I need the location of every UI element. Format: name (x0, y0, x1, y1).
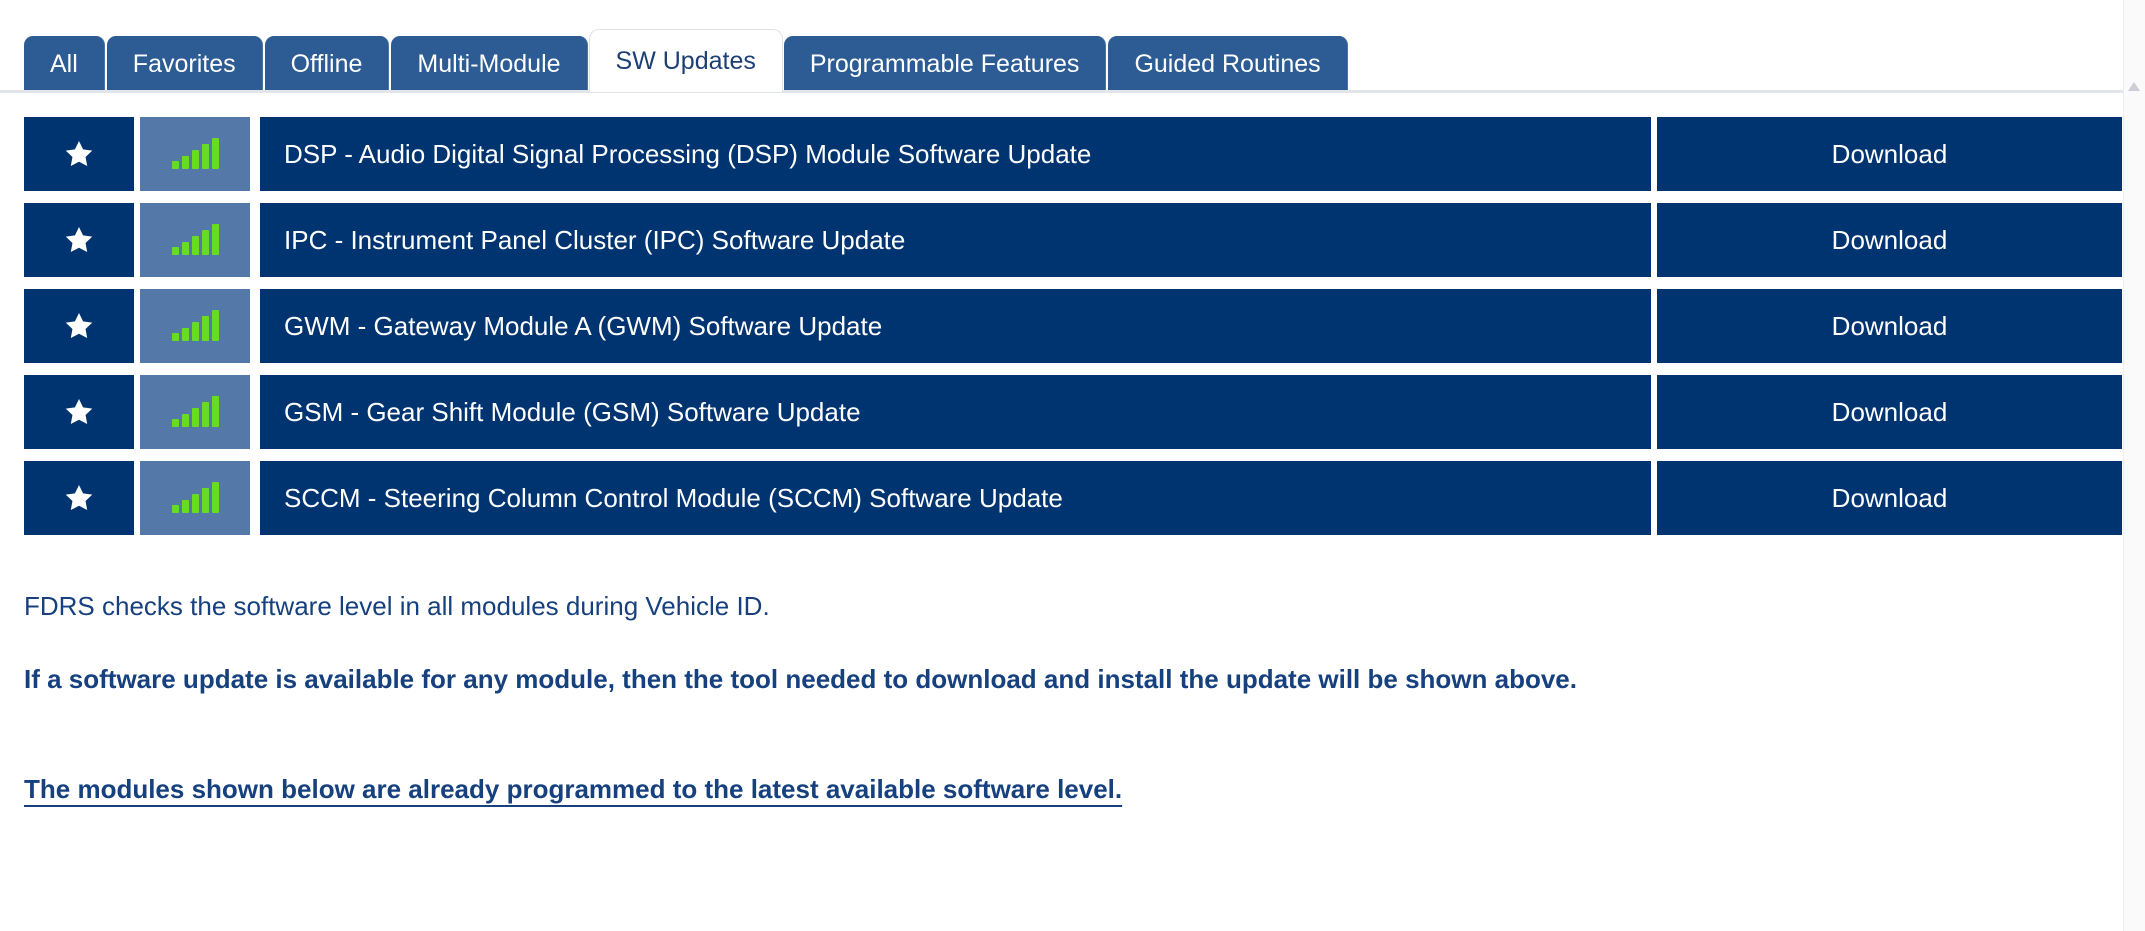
note-vehicle-id: FDRS checks the software level in all mo… (24, 592, 2074, 621)
favorite-button[interactable] (24, 289, 134, 363)
signal-bars-icon (172, 483, 219, 513)
tab-favorites[interactable]: Favorites (107, 36, 263, 92)
signal-bars-icon (172, 397, 219, 427)
tab-programmable-features[interactable]: Programmable Features (784, 36, 1107, 92)
star-icon (62, 224, 96, 257)
sw-updates-page: AllFavoritesOfflineMulti-ModuleSW Update… (0, 0, 2145, 931)
download-button[interactable]: Download (1657, 289, 2122, 363)
tab-bar: AllFavoritesOfflineMulti-ModuleSW Update… (0, 30, 2123, 92)
module-update-list: DSP - Audio Digital Signal Processing (D… (24, 117, 2122, 547)
tab-sw-updates[interactable]: SW Updates (590, 30, 782, 92)
tab-underline (0, 90, 2123, 93)
vertical-scrollbar[interactable] (2123, 0, 2145, 931)
module-title[interactable]: IPC - Instrument Panel Cluster (IPC) Sof… (260, 203, 1651, 277)
favorite-button[interactable] (24, 117, 134, 191)
signal-strength-cell[interactable] (140, 375, 250, 449)
download-button[interactable]: Download (1657, 461, 2122, 535)
module-title[interactable]: GSM - Gear Shift Module (GSM) Software U… (260, 375, 1651, 449)
module-title[interactable]: GWM - Gateway Module A (GWM) Software Up… (260, 289, 1651, 363)
tab-multi-module[interactable]: Multi-Module (391, 36, 587, 92)
star-icon (62, 138, 96, 171)
download-button[interactable]: Download (1657, 203, 2122, 277)
module-title[interactable]: SCCM - Steering Column Control Module (S… (260, 461, 1651, 535)
signal-strength-cell[interactable] (140, 461, 250, 535)
favorite-button[interactable] (24, 203, 134, 277)
tab-offline[interactable]: Offline (265, 36, 390, 92)
tab-list: AllFavoritesOfflineMulti-ModuleSW Update… (24, 30, 1350, 92)
signal-strength-cell[interactable] (140, 117, 250, 191)
signal-bars-icon (172, 139, 219, 169)
download-button[interactable]: Download (1657, 117, 2122, 191)
star-icon (62, 396, 96, 429)
signal-strength-cell[interactable] (140, 203, 250, 277)
star-icon (62, 482, 96, 515)
tab-guided-routines[interactable]: Guided Routines (1108, 36, 1347, 92)
signal-bars-icon (172, 225, 219, 255)
download-button[interactable]: Download (1657, 375, 2122, 449)
favorite-button[interactable] (24, 461, 134, 535)
module-row: GWM - Gateway Module A (GWM) Software Up… (24, 289, 2122, 363)
favorite-button[interactable] (24, 375, 134, 449)
note-update-available: If a software update is available for an… (24, 665, 2074, 694)
module-title[interactable]: DSP - Audio Digital Signal Processing (D… (260, 117, 1651, 191)
tab-all[interactable]: All (24, 36, 105, 92)
module-row: GSM - Gear Shift Module (GSM) Software U… (24, 375, 2122, 449)
module-row: DSP - Audio Digital Signal Processing (D… (24, 117, 2122, 191)
signal-bars-icon (172, 311, 219, 341)
scroll-up-arrow-icon[interactable] (2128, 82, 2140, 91)
module-row: IPC - Instrument Panel Cluster (IPC) Sof… (24, 203, 2122, 277)
note-modules-latest-level: The modules shown below are already prog… (24, 775, 2074, 804)
signal-strength-cell[interactable] (140, 289, 250, 363)
notes-section: FDRS checks the software level in all mo… (24, 592, 2074, 804)
module-row: SCCM - Steering Column Control Module (S… (24, 461, 2122, 535)
star-icon (62, 310, 96, 343)
